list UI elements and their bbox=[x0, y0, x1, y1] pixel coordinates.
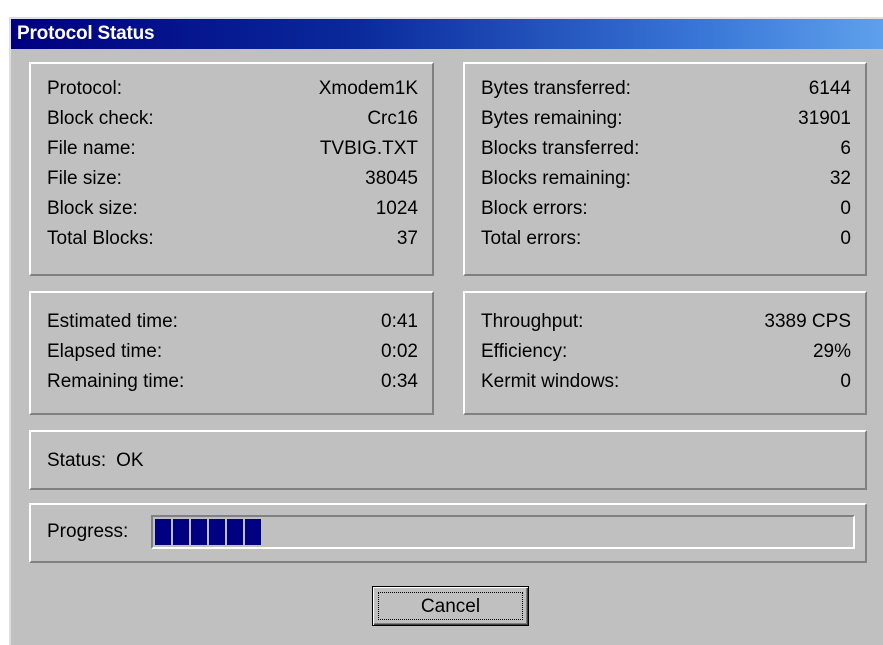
info-label: Efficiency: bbox=[481, 341, 568, 362]
info-value: 32 bbox=[829, 168, 851, 189]
info-label: File size: bbox=[47, 168, 122, 189]
info-row: Throughput: 3389 CPS bbox=[481, 307, 851, 337]
status-label: Status: bbox=[47, 450, 107, 471]
info-label: Blocks transferred: bbox=[481, 138, 640, 159]
progress-block bbox=[209, 519, 225, 545]
info-label: Block size: bbox=[47, 198, 138, 219]
info-value: 29% bbox=[812, 341, 851, 362]
info-row: File name: TVBIG.TXT bbox=[47, 134, 418, 164]
protocol-info-group: Protocol: Xmodem1K Block check: Crc16 Fi… bbox=[29, 62, 434, 276]
info-value: 0 bbox=[840, 371, 851, 392]
info-label: Kermit windows: bbox=[481, 371, 620, 392]
info-label: Total errors: bbox=[481, 228, 582, 249]
info-label: Throughput: bbox=[481, 311, 584, 332]
info-value: Xmodem1K bbox=[318, 78, 418, 99]
info-label: Block check: bbox=[47, 108, 154, 129]
info-label: Blocks remaining: bbox=[481, 168, 631, 189]
info-value: 0 bbox=[840, 198, 851, 219]
progress-label: Progress: bbox=[47, 521, 129, 542]
progress-group: Progress: bbox=[29, 503, 867, 563]
status-group: Status: OK bbox=[29, 430, 867, 490]
info-label: File name: bbox=[47, 138, 136, 159]
info-row: Total errors: 0 bbox=[481, 224, 851, 254]
info-value: 6144 bbox=[808, 78, 851, 99]
dialog-title: Protocol Status bbox=[11, 19, 883, 49]
info-value: TVBIG.TXT bbox=[319, 138, 418, 159]
time-info-group: Estimated time: 0:41 Elapsed time: 0:02 … bbox=[29, 291, 434, 415]
info-label: Bytes transferred: bbox=[481, 78, 631, 99]
info-label: Estimated time: bbox=[47, 311, 178, 332]
info-value: 0:34 bbox=[381, 371, 418, 392]
info-label: Block errors: bbox=[481, 198, 588, 219]
info-row: Bytes remaining: 31901 bbox=[481, 104, 851, 134]
info-label: Protocol: bbox=[47, 78, 122, 99]
info-row: Block errors: 0 bbox=[481, 194, 851, 224]
progress-block bbox=[173, 519, 189, 545]
info-row: Bytes transferred: 6144 bbox=[481, 74, 851, 104]
info-value: 1024 bbox=[375, 198, 418, 219]
info-label: Elapsed time: bbox=[47, 341, 163, 362]
info-value: 0:41 bbox=[381, 311, 418, 332]
info-value: 0 bbox=[840, 228, 851, 249]
transfer-info-group: Bytes transferred: 6144 Bytes remaining:… bbox=[463, 62, 867, 276]
info-label: Total Blocks: bbox=[47, 228, 154, 249]
cancel-button[interactable]: Cancel bbox=[372, 586, 529, 626]
status-line: Status: OK bbox=[47, 446, 144, 476]
info-row: Block check: Crc16 bbox=[47, 104, 418, 134]
info-row: Estimated time: 0:41 bbox=[47, 307, 418, 337]
progress-block bbox=[191, 519, 207, 545]
info-value: 37 bbox=[396, 228, 418, 249]
info-row: Protocol: Xmodem1K bbox=[47, 74, 418, 104]
info-value: 3389 CPS bbox=[764, 311, 851, 332]
info-value: 0:02 bbox=[381, 341, 418, 362]
info-row: File size: 38045 bbox=[47, 164, 418, 194]
info-value: 38045 bbox=[365, 168, 418, 189]
info-label: Remaining time: bbox=[47, 371, 185, 392]
progress-bar bbox=[151, 515, 855, 549]
info-row: Efficiency: 29% bbox=[481, 337, 851, 367]
info-row: Block size: 1024 bbox=[47, 194, 418, 224]
info-row: Remaining time: 0:34 bbox=[47, 367, 418, 397]
progress-block bbox=[155, 519, 171, 545]
info-row: Blocks remaining: 32 bbox=[481, 164, 851, 194]
info-row: Kermit windows: 0 bbox=[481, 367, 851, 397]
throughput-info-group: Throughput: 3389 CPS Efficiency: 29% Ker… bbox=[463, 291, 867, 415]
progress-block bbox=[227, 519, 243, 545]
info-value: 31901 bbox=[798, 108, 851, 129]
info-value: Crc16 bbox=[367, 108, 418, 129]
status-value: OK bbox=[116, 450, 144, 471]
info-label: Bytes remaining: bbox=[481, 108, 623, 129]
info-row: Total Blocks: 37 bbox=[47, 224, 418, 254]
info-value: 6 bbox=[840, 138, 851, 159]
info-row: Elapsed time: 0:02 bbox=[47, 337, 418, 367]
info-row: Blocks transferred: 6 bbox=[481, 134, 851, 164]
cancel-button-label: Cancel bbox=[378, 592, 523, 620]
protocol-status-dialog: Protocol Status Protocol: Xmodem1K Block… bbox=[9, 17, 883, 645]
progress-block bbox=[245, 519, 261, 545]
